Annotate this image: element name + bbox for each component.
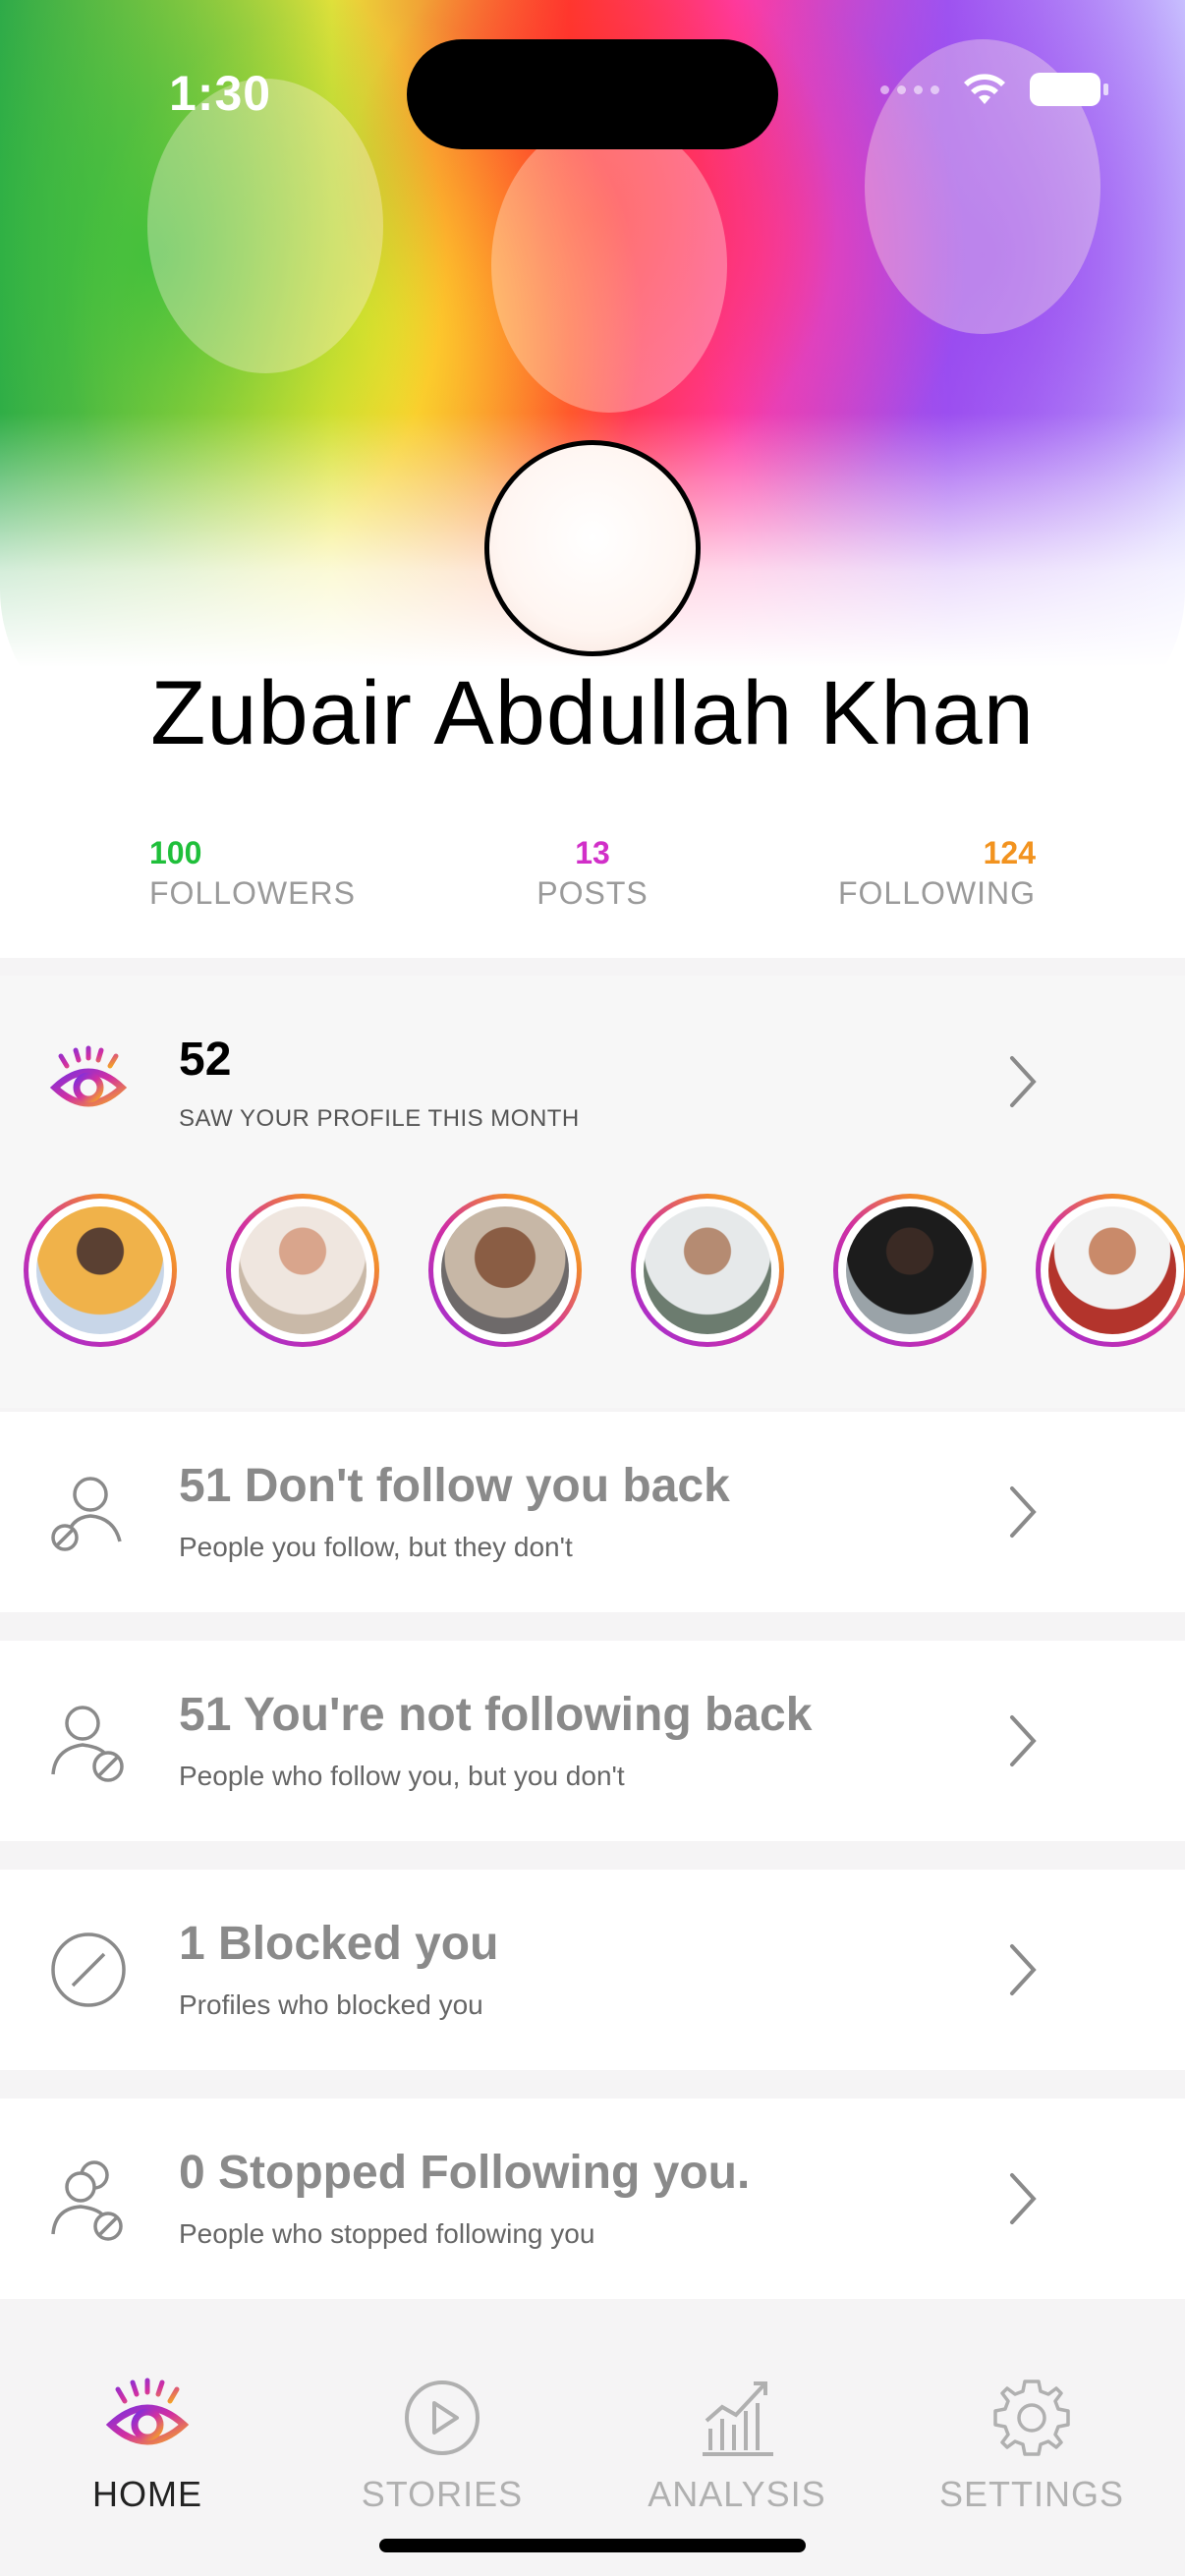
visitor-avatars: [24, 1194, 1185, 1353]
visitor-avatar[interactable]: [24, 1194, 177, 1347]
stats-bar: 100 FOLLOWERS 13 POSTS 124 FOLLOWING: [0, 766, 1185, 958]
profile-visitors-card[interactable]: 52 SAW YOUR PROFILE THIS MONTH: [0, 976, 1185, 1408]
dynamic-island: [407, 39, 778, 149]
eye-icon: [105, 2378, 190, 2445]
posts-count: 13: [575, 835, 610, 870]
tab-label: SETTINGS: [938, 2474, 1125, 2514]
following-count: 124: [983, 835, 1036, 870]
tab-stories[interactable]: STORIES: [295, 2374, 590, 2515]
list-item-title: 1 Blocked you: [179, 1918, 499, 1970]
tab-label: HOME: [92, 2474, 202, 2514]
chart-icon: [703, 2381, 773, 2456]
home-indicator: [379, 2539, 806, 2552]
followers-count: 100: [149, 835, 202, 870]
list-item-subtitle: People you follow, but they don't: [179, 1532, 573, 1562]
tab-label: STORIES: [361, 2474, 524, 2514]
cover-face-center: [491, 118, 727, 413]
chevron-right-icon: [1002, 1711, 1042, 1770]
tab-analysis[interactable]: ANALYSIS: [590, 2374, 884, 2515]
chevron-right-icon: [1002, 1940, 1042, 1999]
list-item-stopped-following[interactable]: 0 Stopped Following you. People who stop…: [0, 2099, 1185, 2299]
stat-posts[interactable]: 13 POSTS: [494, 835, 691, 912]
list-item-subtitle: People who follow you, but you don't: [179, 1761, 625, 1791]
visitor-avatar[interactable]: [226, 1194, 379, 1347]
visitor-subtitle: SAW YOUR PROFILE THIS MONTH: [179, 1105, 580, 1132]
profile-name: Zubair Abdullah Khan: [150, 663, 1035, 763]
visitor-avatar[interactable]: [631, 1194, 784, 1347]
list-item-title: 0 Stopped Following you.: [179, 2147, 751, 2199]
list-item-dont-follow-back[interactable]: 51 Don't follow you back People you foll…: [0, 1412, 1185, 1612]
followers-label: FOLLOWERS: [149, 875, 356, 911]
avatar[interactable]: [484, 440, 701, 656]
profile-header: 1:30 Zubair Abdullah Khan: [0, 0, 1185, 766]
stat-followers[interactable]: 100 FOLLOWERS: [149, 835, 356, 912]
gear-icon: [993, 2380, 1070, 2456]
list-item-not-following-back[interactable]: 51 You're not following back People who …: [0, 1641, 1185, 1841]
list-item-title: 51 You're not following back: [179, 1689, 813, 1741]
visitor-avatar[interactable]: [1036, 1194, 1185, 1347]
chevron-right-icon: [1002, 1052, 1042, 1111]
visitor-avatar[interactable]: [833, 1194, 987, 1347]
play-icon: [405, 2380, 480, 2455]
tab-bar: HOME STORIES ANALYSIS SETTINGS: [0, 2305, 1185, 2576]
list-item-subtitle: People who stopped following you: [179, 2218, 595, 2249]
status-time: 1:30: [169, 66, 272, 121]
cover-face-left: [147, 79, 383, 373]
wifi-icon: [964, 74, 1005, 104]
tab-home[interactable]: HOME: [0, 2374, 295, 2515]
eye-logo-icon: [49, 1045, 128, 1107]
signal-icon: [880, 84, 939, 94]
chevron-right-icon: [1002, 2169, 1042, 2228]
list-item-title: 51 Don't follow you back: [179, 1460, 730, 1512]
status-icons: [880, 71, 1108, 108]
list-item-subtitle: Profiles who blocked you: [179, 1989, 483, 2020]
user-remove-icon: [51, 1477, 122, 1551]
blocked-icon: [51, 1932, 126, 2007]
visitor-avatar[interactable]: [428, 1194, 582, 1347]
list-item-blocked-you[interactable]: 1 Blocked you Profiles who blocked you: [0, 1870, 1185, 2070]
posts-label: POSTS: [536, 875, 649, 911]
user-block-icon: [51, 1706, 124, 1782]
users-stopped-icon: [51, 2160, 123, 2241]
tab-label: ANALYSIS: [648, 2474, 826, 2514]
chevron-right-icon: [1002, 1483, 1042, 1541]
battery-icon: [1030, 73, 1108, 106]
stat-following[interactable]: 124 FOLLOWING: [838, 835, 1036, 912]
tab-settings[interactable]: SETTINGS: [884, 2374, 1179, 2515]
visitor-count: 52: [179, 1034, 232, 1086]
following-label: FOLLOWING: [837, 875, 1036, 911]
